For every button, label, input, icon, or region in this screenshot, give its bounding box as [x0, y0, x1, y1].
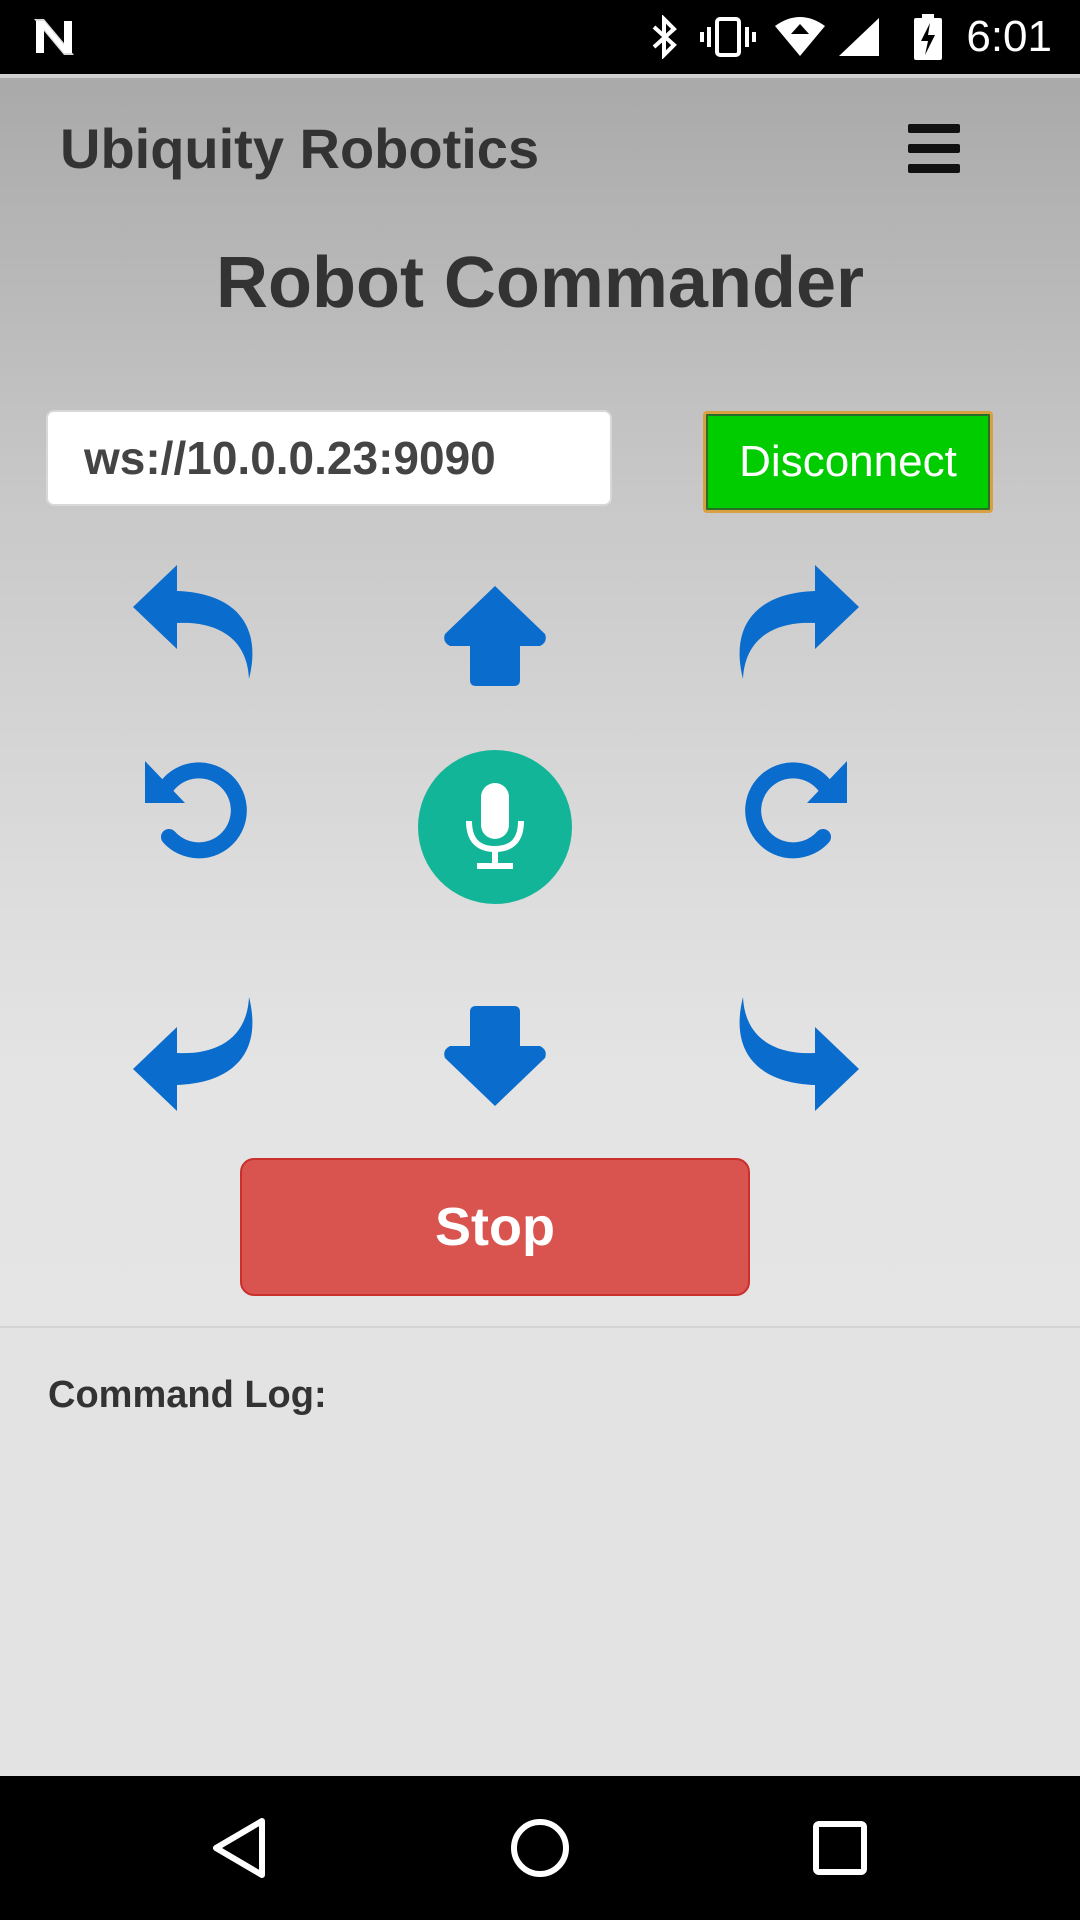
screen: 6:01 Ubiquity Robotics Robot Commander D…	[0, 0, 1080, 1920]
vibrate-icon	[697, 0, 759, 74]
command-log-panel: Command Log:	[0, 1326, 1080, 1778]
signal-icon	[836, 0, 882, 74]
rotate-ccw-icon	[145, 761, 247, 859]
microphone-button[interactable]	[418, 750, 572, 904]
back-button[interactable]	[425, 986, 565, 1126]
arrow-up-icon	[444, 586, 546, 686]
back-right-button[interactable]	[726, 984, 866, 1124]
websocket-url-input[interactable]	[46, 410, 612, 506]
rotate-cw-icon	[745, 761, 847, 859]
n-icon	[28, 0, 80, 74]
rotate-left-button[interactable]	[126, 738, 266, 878]
recents-square-icon[interactable]	[800, 1808, 880, 1888]
forward-left-button[interactable]	[126, 552, 266, 692]
forward-button[interactable]	[425, 566, 565, 706]
microphone-icon	[466, 783, 524, 869]
command-log-label: Command Log:	[48, 1374, 327, 1416]
curved-arrow-down-left-icon	[133, 997, 253, 1111]
clock: 6:01	[966, 12, 1052, 61]
curved-arrow-up-right-icon	[739, 565, 859, 679]
curved-arrow-up-left-icon	[133, 565, 253, 679]
divider	[0, 74, 1080, 78]
curved-arrow-down-right-icon	[739, 997, 859, 1111]
back-triangle-icon[interactable]	[200, 1808, 280, 1888]
forward-right-button[interactable]	[726, 552, 866, 692]
bluetooth-icon	[645, 0, 685, 74]
rotate-right-button[interactable]	[726, 738, 866, 878]
hamburger-menu-icon[interactable]	[900, 120, 968, 178]
status-bar: 6:01	[0, 0, 1080, 74]
home-circle-icon[interactable]	[500, 1808, 580, 1888]
wifi-icon	[772, 0, 828, 74]
battery-charging-icon	[910, 0, 946, 74]
back-left-button[interactable]	[126, 984, 266, 1124]
disconnect-button[interactable]: Disconnect	[703, 411, 993, 513]
page-title: Robot Commander	[216, 243, 864, 323]
stop-button[interactable]: Stop	[240, 1158, 750, 1296]
app-content: Ubiquity Robotics Robot Commander Discon…	[0, 74, 1080, 1778]
navigation-bar	[0, 1776, 1080, 1920]
brand-title[interactable]: Ubiquity Robotics	[60, 114, 539, 184]
arrow-down-icon	[444, 1006, 546, 1106]
